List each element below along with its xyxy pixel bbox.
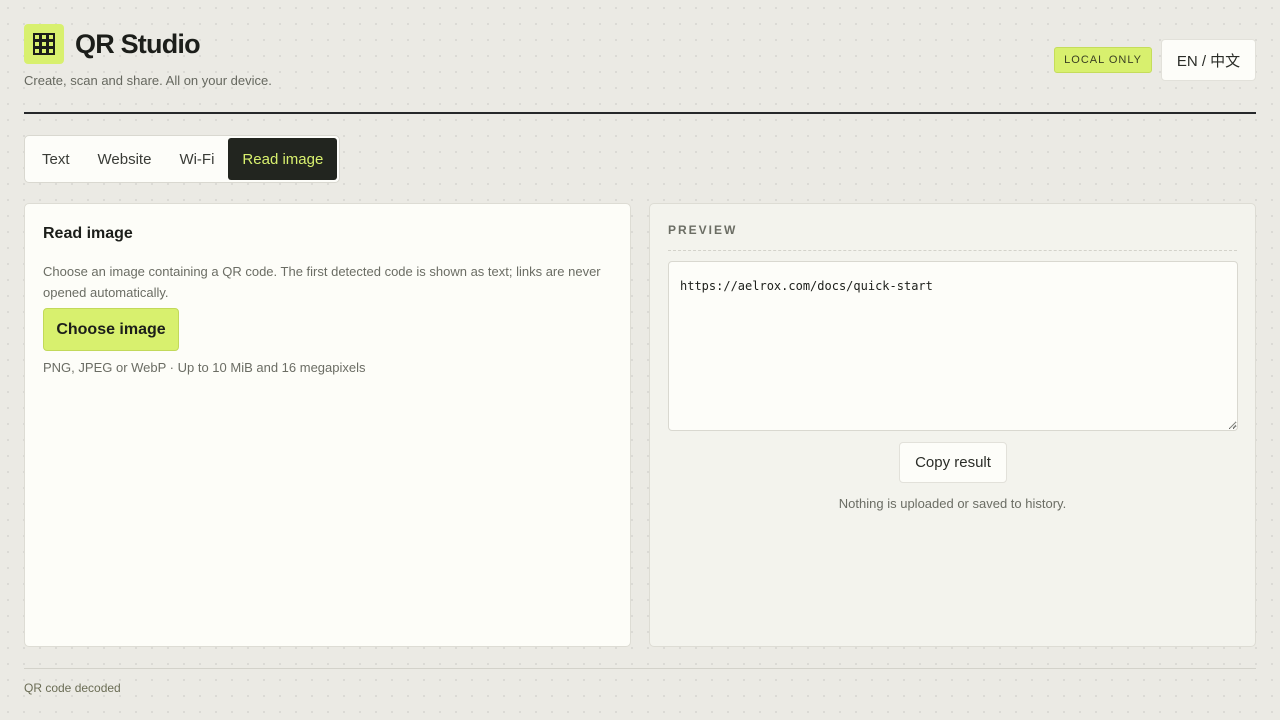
panel-description: Choose an image containing a QR code. Th… — [43, 264, 601, 300]
local-only-badge: LOCAL ONLY — [1054, 47, 1152, 73]
tab-text[interactable]: Text — [28, 138, 84, 180]
app-header: QR Studio Create, scan and share. All on… — [24, 24, 1256, 114]
preview-panel: PREVIEW https://aelrox.com/docs/quick-st… — [649, 203, 1256, 647]
preview-label: PREVIEW — [668, 223, 738, 237]
resize-handle-icon[interactable] — [1229, 421, 1237, 429]
read-image-panel: Read image Choose an image containing a … — [24, 203, 631, 647]
tab-read-image[interactable]: Read image — [228, 138, 338, 180]
choose-image-button[interactable]: Choose image — [43, 308, 179, 351]
app-tagline: Create, scan and share. All on your devi… — [24, 73, 272, 88]
tab-wifi[interactable]: Wi-Fi — [165, 138, 228, 180]
file-format-hint: PNG, JPEG or WebP · Up to 10 MiB and 16 … — [43, 360, 366, 375]
mode-tabs: Text Website Wi-Fi Read image — [24, 135, 341, 183]
qr-grid-icon — [24, 24, 64, 64]
status-message: QR code decoded — [24, 681, 121, 695]
header-divider — [24, 112, 1256, 114]
decoded-result-textarea[interactable]: https://aelrox.com/docs/quick-start — [668, 261, 1238, 431]
footer-divider — [24, 668, 1256, 669]
privacy-note: Nothing is uploaded or saved to history. — [838, 496, 1067, 511]
language-toggle-button[interactable]: EN / 中文 — [1161, 39, 1256, 81]
preview-divider — [668, 250, 1237, 251]
app-title: QR Studio — [75, 29, 201, 59]
tab-website[interactable]: Website — [84, 138, 166, 180]
panel-title: Read image — [43, 225, 133, 242]
copy-result-button[interactable]: Copy result — [899, 442, 1007, 483]
